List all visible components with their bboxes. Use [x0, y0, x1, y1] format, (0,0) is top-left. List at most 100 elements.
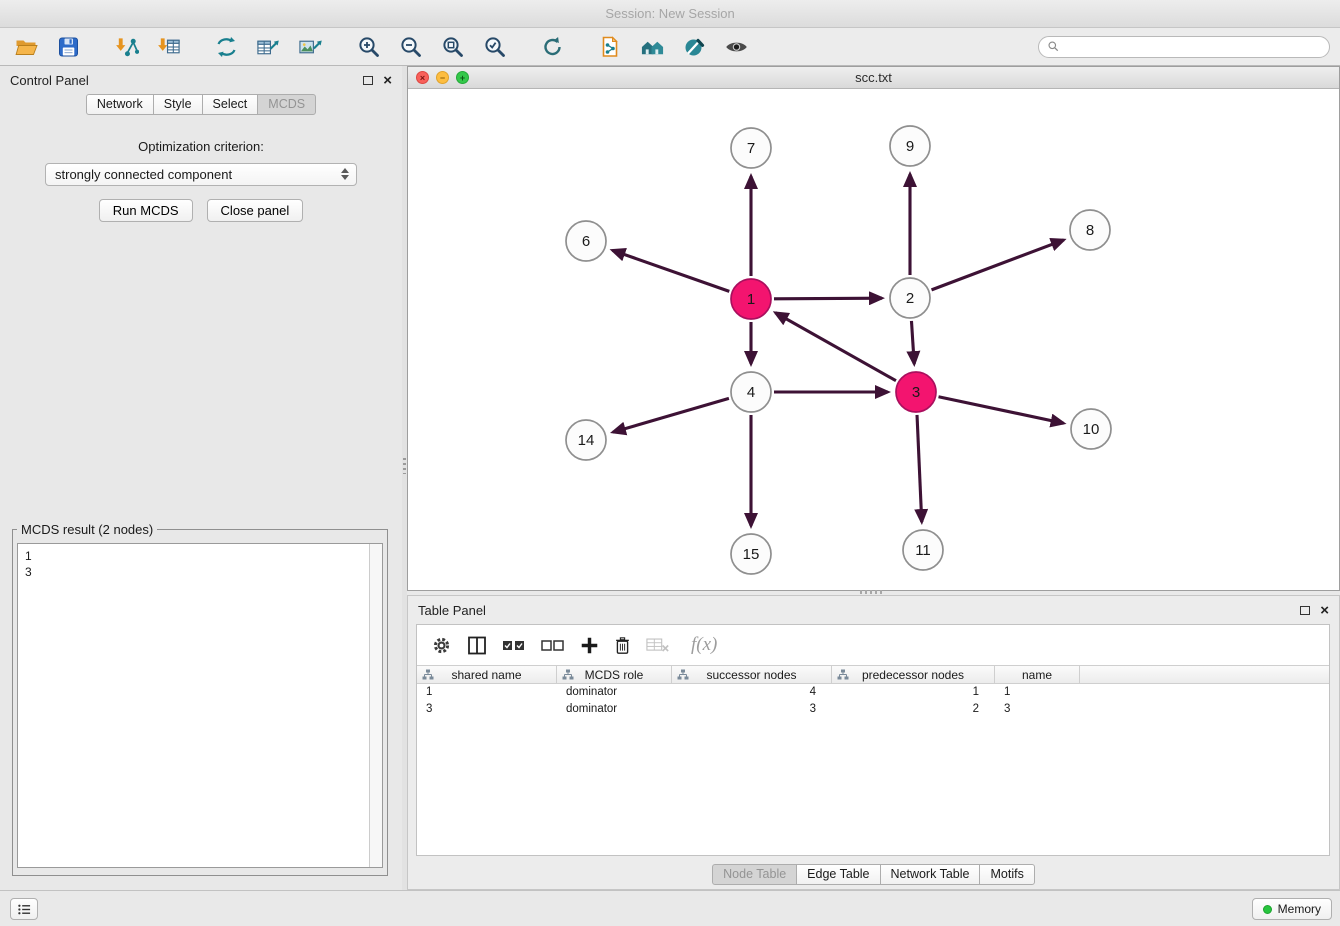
- memory-button[interactable]: Memory: [1252, 898, 1332, 920]
- column-header-shared-name[interactable]: shared name: [417, 666, 557, 683]
- network-canvas[interactable]: 7 9 6 8 1 2 4 3 14 10 15 11: [408, 90, 1339, 590]
- tab-network[interactable]: Network: [86, 94, 154, 115]
- edge-3-1[interactable]: [775, 313, 896, 381]
- import-table-icon[interactable]: [152, 32, 184, 62]
- minimize-window-icon[interactable]: −: [436, 71, 449, 84]
- cell-shared-name[interactable]: 1: [417, 684, 557, 701]
- network-arrows-icon[interactable]: [210, 32, 242, 62]
- edge-4-14[interactable]: [613, 398, 729, 432]
- column-header-mcds-role[interactable]: MCDS role: [557, 666, 672, 683]
- tab-style[interactable]: Style: [153, 94, 203, 115]
- import-network-icon[interactable]: [110, 32, 142, 62]
- column-header-successor-nodes[interactable]: successor nodes: [672, 666, 832, 683]
- refresh-icon[interactable]: [536, 32, 568, 62]
- float-table-panel-icon[interactable]: [1300, 606, 1310, 615]
- task-history-button[interactable]: [10, 898, 38, 920]
- run-mcds-button[interactable]: Run MCDS: [99, 199, 193, 222]
- control-panel-title: Control Panel: [10, 73, 89, 88]
- edge-2-3[interactable]: [911, 321, 914, 364]
- mcds-result-title: MCDS result (2 nodes): [17, 522, 157, 537]
- tab-node-table[interactable]: Node Table: [712, 864, 797, 885]
- select-all-columns-icon[interactable]: [502, 632, 526, 658]
- graph-node-1[interactable]: 1: [731, 279, 771, 319]
- table-row[interactable]: 3 dominator 3 2 3: [417, 701, 1329, 718]
- add-column-icon[interactable]: [580, 632, 599, 658]
- network-window-titlebar[interactable]: × − + scc.txt: [408, 67, 1339, 89]
- network-graph[interactable]: 7 9 6 8 1 2 4 3 14 10 15 11: [408, 90, 1339, 591]
- graph-node-6[interactable]: 6: [566, 221, 606, 261]
- tree-icon: [677, 669, 689, 681]
- search-field[interactable]: [1038, 36, 1330, 58]
- optimization-criterion-label: Optimization criterion:: [0, 139, 402, 154]
- edge-1-6[interactable]: [612, 250, 729, 291]
- graph-node-7[interactable]: 7: [731, 128, 771, 168]
- graph-node-2[interactable]: 2: [890, 278, 930, 318]
- style-brush-icon[interactable]: [678, 32, 710, 62]
- close-panel-button[interactable]: Close panel: [207, 199, 304, 222]
- horizontal-splitter[interactable]: [860, 590, 882, 594]
- tab-select[interactable]: Select: [202, 94, 259, 115]
- home-icon[interactable]: [636, 32, 668, 62]
- export-image-icon[interactable]: [294, 32, 326, 62]
- cell-predecessor-nodes[interactable]: 2: [832, 701, 995, 718]
- window-title: Session: New Session: [605, 6, 734, 21]
- search-input[interactable]: [1065, 40, 1321, 54]
- zoom-fit-icon[interactable]: [436, 32, 468, 62]
- application-window: Session: New Session: [0, 0, 1340, 926]
- cell-mcds-role[interactable]: dominator: [557, 684, 672, 701]
- table-panel-tabs: Node Table Edge Table Network Table Moti…: [408, 864, 1339, 885]
- control-panel-tabs: Network Style Select MCDS: [0, 94, 402, 115]
- graph-node-15[interactable]: 15: [731, 534, 771, 574]
- table-row[interactable]: 1 dominator 4 1 1: [417, 684, 1329, 701]
- float-panel-icon[interactable]: [363, 76, 373, 85]
- graph-node-9[interactable]: 9: [890, 126, 930, 166]
- export-table-icon[interactable]: [252, 32, 284, 62]
- graph-node-3[interactable]: 3: [896, 372, 936, 412]
- graph-node-14[interactable]: 14: [566, 420, 606, 460]
- maximize-window-icon[interactable]: +: [456, 71, 469, 84]
- result-scrollbar[interactable]: [369, 544, 382, 867]
- eye-icon[interactable]: [720, 32, 752, 62]
- cell-successor-nodes[interactable]: 4: [672, 684, 832, 701]
- criterion-dropdown[interactable]: strongly connected component: [45, 163, 357, 186]
- edge-3-10[interactable]: [939, 397, 1064, 423]
- tab-mcds[interactable]: MCDS: [257, 94, 316, 115]
- table-settings-icon[interactable]: [431, 632, 452, 658]
- tab-motifs[interactable]: Motifs: [979, 864, 1034, 885]
- cell-successor-nodes[interactable]: 3: [672, 701, 832, 718]
- zoom-out-icon[interactable]: [394, 32, 426, 62]
- table-panel-header: Table Panel ×: [408, 596, 1339, 624]
- edge-1-2[interactable]: [774, 298, 882, 299]
- mcds-result-list[interactable]: 1 3: [17, 543, 383, 868]
- column-header-name[interactable]: name: [995, 666, 1080, 683]
- cell-shared-name[interactable]: 3: [417, 701, 557, 718]
- graph-node-11[interactable]: 11: [903, 530, 943, 570]
- deselect-all-columns-icon[interactable]: [541, 632, 565, 658]
- close-table-panel-icon[interactable]: ×: [1320, 603, 1329, 618]
- search-icon: [1047, 40, 1060, 53]
- zoom-selected-icon[interactable]: [478, 32, 510, 62]
- tree-icon: [562, 669, 574, 681]
- graph-node-8[interactable]: 8: [1070, 210, 1110, 250]
- delete-column-icon[interactable]: [614, 632, 631, 658]
- edge-2-8[interactable]: [932, 240, 1064, 290]
- network-file-share-icon[interactable]: [594, 32, 626, 62]
- titlebar[interactable]: Session: New Session: [0, 0, 1340, 28]
- save-session-icon[interactable]: [52, 32, 84, 62]
- cell-name[interactable]: 3: [995, 701, 1080, 718]
- graph-node-10[interactable]: 10: [1071, 409, 1111, 449]
- close-window-icon[interactable]: ×: [416, 71, 429, 84]
- show-columns-icon[interactable]: [467, 632, 487, 658]
- tab-network-table[interactable]: Network Table: [880, 864, 981, 885]
- cell-name[interactable]: 1: [995, 684, 1080, 701]
- close-panel-icon[interactable]: ×: [383, 73, 392, 88]
- node-label: 11: [915, 542, 931, 559]
- edge-3-11[interactable]: [917, 415, 922, 522]
- cell-predecessor-nodes[interactable]: 1: [832, 684, 995, 701]
- open-session-icon[interactable]: [10, 32, 42, 62]
- graph-node-4[interactable]: 4: [731, 372, 771, 412]
- cell-mcds-role[interactable]: dominator: [557, 701, 672, 718]
- column-header-predecessor-nodes[interactable]: predecessor nodes: [832, 666, 995, 683]
- tab-edge-table[interactable]: Edge Table: [796, 864, 880, 885]
- zoom-in-icon[interactable]: [352, 32, 384, 62]
